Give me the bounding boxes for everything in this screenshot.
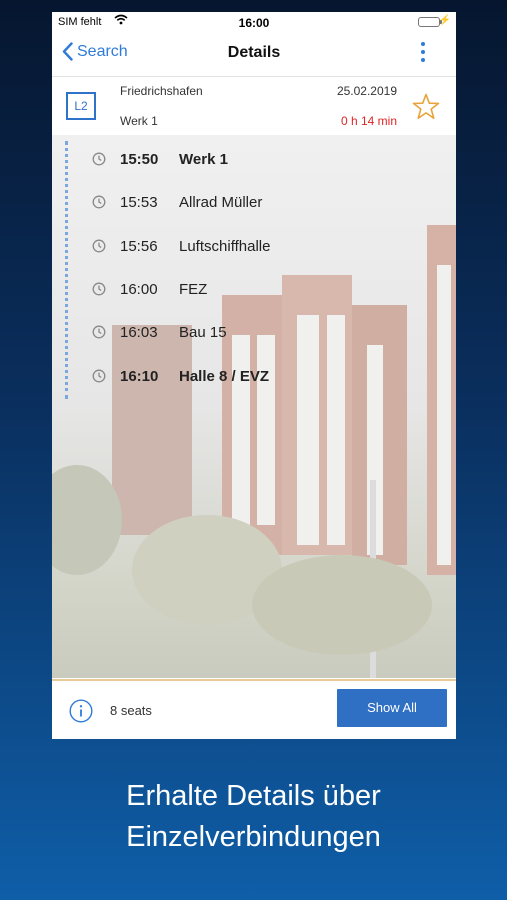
stop-row: 16:00 FEZ	[92, 274, 432, 304]
origin-label: Friedrichshafen	[120, 84, 203, 98]
caption-line-1: Erhalte Details über	[126, 780, 381, 812]
more-icon[interactable]	[420, 42, 426, 66]
stop-time: 15:50	[120, 150, 159, 168]
info-icon[interactable]	[69, 699, 93, 728]
seats-label: 8 seats	[110, 703, 152, 718]
footer-bar: 8 seats Show All	[52, 679, 456, 739]
charging-icon: ⚡	[438, 15, 451, 26]
show-all-button[interactable]: Show All	[337, 689, 447, 727]
status-time: 16:00	[238, 16, 270, 30]
stops-panel: 15:50 Werk 1 15:53 Allrad Müller 15:56 L…	[52, 135, 456, 678]
clock-icon	[92, 195, 106, 209]
battery-icon	[418, 17, 442, 27]
clock-icon	[92, 239, 106, 253]
stop-row: 16:03 Bau 15	[92, 317, 432, 347]
stop-row: 15:50 Werk 1	[92, 144, 432, 174]
duration-label: 0 h 14 min	[340, 114, 397, 128]
stop-time: 16:10	[120, 367, 159, 385]
stop-time: 15:56	[120, 237, 158, 255]
date-label: 25.02.2019	[336, 84, 397, 98]
stop-name: Werk 1	[179, 150, 228, 168]
stop-name: Luftschiffhalle	[179, 237, 271, 255]
stop-name: Bau 15	[179, 323, 227, 341]
clock-icon	[92, 325, 106, 339]
status-bar: SIM fehlt 16:00 ⚡	[52, 12, 456, 34]
navigation-bar: Search Details	[52, 36, 456, 74]
destination-label: Werk 1	[120, 114, 158, 128]
route-line	[65, 141, 68, 399]
stop-time: 16:00	[120, 280, 158, 298]
phone-screen: SIM fehlt 16:00 ⚡ Search Details L2 Frie…	[52, 12, 456, 739]
stop-time: 16:03	[120, 323, 158, 341]
line-badge: L2	[66, 92, 96, 120]
caption-line-2: Einzelverbindungen	[126, 821, 381, 853]
clock-icon	[92, 152, 106, 166]
connection-header: L2 Friedrichshafen Werk 1 25.02.2019 0 h…	[52, 76, 456, 136]
favorite-star-icon[interactable]	[412, 93, 440, 125]
stop-row: 16:10 Halle 8 / EVZ	[92, 361, 432, 391]
page-title: Details	[227, 44, 281, 61]
stop-name: Halle 8 / EVZ	[179, 367, 270, 385]
stop-row: 15:56 Luftschiffhalle	[92, 231, 432, 261]
clock-icon	[92, 282, 106, 296]
stop-name: Allrad Müller	[179, 193, 263, 211]
clock-icon	[92, 369, 106, 383]
stop-row: 15:53 Allrad Müller	[92, 187, 432, 217]
stop-time: 15:53	[120, 193, 158, 211]
stop-name: FEZ	[179, 280, 208, 298]
